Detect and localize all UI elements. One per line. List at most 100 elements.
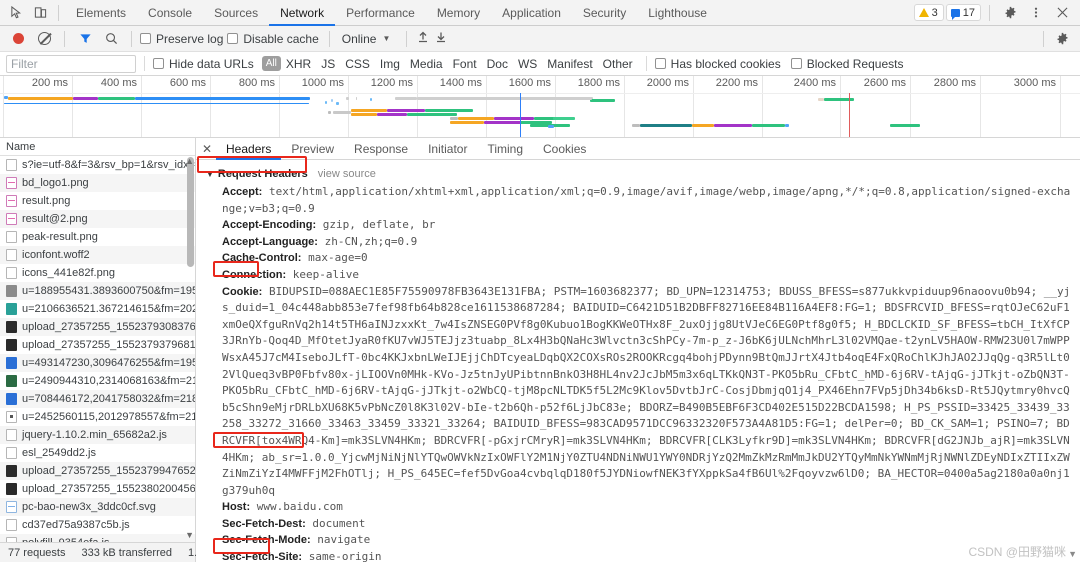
close-detail-icon[interactable]: ✕ bbox=[198, 142, 216, 156]
tab-sources[interactable]: Sources bbox=[203, 0, 269, 26]
list-item[interactable]: upload_27357255_1552380200456.png bbox=[0, 480, 195, 498]
list-item[interactable]: result@2.png bbox=[0, 210, 195, 228]
message-badge[interactable]: 17 bbox=[945, 4, 981, 21]
tab-initiator[interactable]: Initiator bbox=[418, 138, 477, 160]
tab-headers[interactable]: Headers bbox=[216, 138, 281, 160]
gear-icon[interactable] bbox=[998, 2, 1022, 24]
filter-funnel-icon[interactable] bbox=[73, 28, 97, 50]
list-item[interactable]: peak-result.png bbox=[0, 228, 195, 246]
request-list-scrollbar[interactable] bbox=[187, 157, 194, 267]
blocked-requests-checkbox[interactable]: Blocked Requests bbox=[790, 57, 903, 71]
list-item[interactable]: bd_logo1.png bbox=[0, 174, 195, 192]
tab-performance[interactable]: Performance bbox=[335, 0, 426, 26]
list-item[interactable]: polyfill_9354efa.js bbox=[0, 534, 195, 542]
scroll-up-icon[interactable]: ▲ bbox=[185, 156, 194, 166]
filter-type-ws[interactable]: WS bbox=[513, 56, 542, 72]
export-har-icon[interactable] bbox=[433, 31, 449, 46]
list-item[interactable]: upload_27357255_1552379379681.jpg bbox=[0, 336, 195, 354]
filter-type-manifest[interactable]: Manifest bbox=[542, 56, 597, 72]
photo-gray-icon bbox=[6, 285, 17, 297]
script-icon bbox=[6, 429, 17, 441]
device-toolbar-icon[interactable] bbox=[28, 2, 52, 24]
tab-cookies[interactable]: Cookies bbox=[533, 138, 596, 160]
header-name: Connection: bbox=[222, 268, 287, 281]
request-name: u=188955431.3893600750&fm=195&a bbox=[22, 285, 195, 297]
dcl-marker bbox=[520, 93, 521, 137]
request-list-body[interactable]: s?ie=utf-8&f=3&rsv_bp=1&rsv_idx=1& bd_lo… bbox=[0, 156, 195, 542]
load-marker bbox=[849, 93, 850, 137]
tick-label: 800 ms bbox=[238, 77, 275, 89]
checkbox-box bbox=[153, 58, 164, 69]
list-item[interactable]: u=188955431.3893600750&fm=195&a bbox=[0, 282, 195, 300]
list-item[interactable]: pc-bao-new3x_3ddc0cf.svg bbox=[0, 498, 195, 516]
list-item[interactable]: s?ie=utf-8&f=3&rsv_bp=1&rsv_idx=1& bbox=[0, 156, 195, 174]
tab-network[interactable]: Network bbox=[269, 0, 335, 26]
has-blocked-cookies-checkbox[interactable]: Has blocked cookies bbox=[654, 57, 781, 71]
header-row-cookie: Cookie: BIDUPSID=088AEC1E85F75590978FB36… bbox=[196, 284, 1080, 500]
net-divider-3 bbox=[328, 30, 330, 47]
list-item[interactable]: u=2490944310,2314068163&fm=2188 bbox=[0, 372, 195, 390]
filter-type-all[interactable]: All bbox=[261, 56, 281, 71]
scroll-down-icon[interactable]: ▼ bbox=[185, 530, 194, 540]
inspect-element-icon[interactable] bbox=[4, 2, 28, 24]
request-list-header[interactable]: Name bbox=[0, 138, 195, 156]
request-headers-toggle[interactable]: ▼ Request Headers bbox=[196, 168, 308, 180]
list-item[interactable]: result.png bbox=[0, 192, 195, 210]
network-toolbar: Preserve log Disable cache Online ▼ bbox=[0, 26, 1080, 52]
tab-memory[interactable]: Memory bbox=[426, 0, 491, 26]
list-item[interactable]: iconfont.woff2 bbox=[0, 246, 195, 264]
header-row-accept-language: Accept-Language: zh-CN,zh;q=0.9 bbox=[196, 234, 1080, 251]
filter-type-css[interactable]: CSS bbox=[340, 56, 375, 72]
warning-badge[interactable]: 3 bbox=[913, 4, 944, 21]
filter-type-img[interactable]: Img bbox=[375, 56, 405, 72]
list-item[interactable]: upload_27357255_1552379308376.jpg bbox=[0, 318, 195, 336]
filter-type-font[interactable]: Font bbox=[448, 56, 482, 72]
header-name: Sec-Fetch-Mode: bbox=[222, 534, 311, 547]
filter-type-doc[interactable]: Doc bbox=[482, 56, 513, 72]
image-icon bbox=[6, 213, 17, 225]
list-item[interactable]: u=2452560115,2012978557&fm=2188 bbox=[0, 408, 195, 426]
tab-preview[interactable]: Preview bbox=[281, 138, 344, 160]
filter-type-js[interactable]: JS bbox=[316, 56, 340, 72]
view-source-link[interactable]: view source bbox=[318, 168, 376, 180]
network-overview[interactable]: 200 ms 400 ms 600 ms 800 ms 1000 ms 1200… bbox=[0, 76, 1080, 138]
request-name: polyfill_9354efa.js bbox=[22, 537, 109, 542]
tab-security[interactable]: Security bbox=[572, 0, 637, 26]
list-item[interactable]: jquery-1.10.2.min_65682a2.js bbox=[0, 426, 195, 444]
search-icon[interactable] bbox=[99, 28, 123, 50]
list-item[interactable]: u=493147230,3096476255&fm=195&a bbox=[0, 354, 195, 372]
tab-response[interactable]: Response bbox=[344, 138, 418, 160]
hide-data-urls-checkbox[interactable]: Hide data URLs bbox=[153, 57, 254, 71]
filter-input[interactable] bbox=[6, 54, 136, 73]
gear-icon[interactable] bbox=[1050, 28, 1074, 50]
clear-button[interactable] bbox=[32, 28, 56, 50]
disable-cache-checkbox[interactable]: Disable cache bbox=[227, 32, 319, 46]
list-item[interactable]: u=2106636521.367214615&fm=2028&. bbox=[0, 300, 195, 318]
list-item[interactable]: upload_27357255_1552379947652.jpg bbox=[0, 462, 195, 480]
list-item[interactable]: icons_441e82f.png bbox=[0, 264, 195, 282]
chevron-down-icon[interactable]: ▼ bbox=[382, 34, 390, 43]
list-item[interactable]: u=708446172,2041758032&fm=2188&; bbox=[0, 390, 195, 408]
photo-tiny-icon bbox=[6, 411, 17, 423]
filter-type-media[interactable]: Media bbox=[405, 56, 448, 72]
warning-count: 3 bbox=[931, 6, 938, 19]
filter-type-xhr[interactable]: XHR bbox=[281, 56, 316, 72]
document-icon bbox=[6, 159, 17, 171]
filter-type-other[interactable]: Other bbox=[598, 56, 638, 72]
tab-application[interactable]: Application bbox=[491, 0, 572, 26]
tab-timing[interactable]: Timing bbox=[477, 138, 533, 160]
header-row-sec-fetch-site: Sec-Fetch-Site: same-origin bbox=[196, 549, 1080, 562]
close-icon[interactable] bbox=[1050, 2, 1074, 24]
list-item[interactable]: cd37ed75a9387c5b.js bbox=[0, 516, 195, 534]
tab-elements[interactable]: Elements bbox=[65, 0, 137, 26]
font-icon bbox=[6, 249, 17, 261]
kebab-menu-icon[interactable] bbox=[1024, 2, 1048, 24]
list-item[interactable]: esl_2549dd2.js bbox=[0, 444, 195, 462]
scroll-down-icon[interactable]: ▼ bbox=[1068, 549, 1077, 559]
import-har-icon[interactable] bbox=[415, 31, 431, 46]
tab-lighthouse[interactable]: Lighthouse bbox=[637, 0, 718, 26]
throttling-select[interactable]: Online bbox=[338, 32, 377, 46]
tab-console[interactable]: Console bbox=[137, 0, 203, 26]
preserve-log-checkbox[interactable]: Preserve log bbox=[140, 32, 223, 46]
record-button[interactable] bbox=[6, 28, 30, 50]
